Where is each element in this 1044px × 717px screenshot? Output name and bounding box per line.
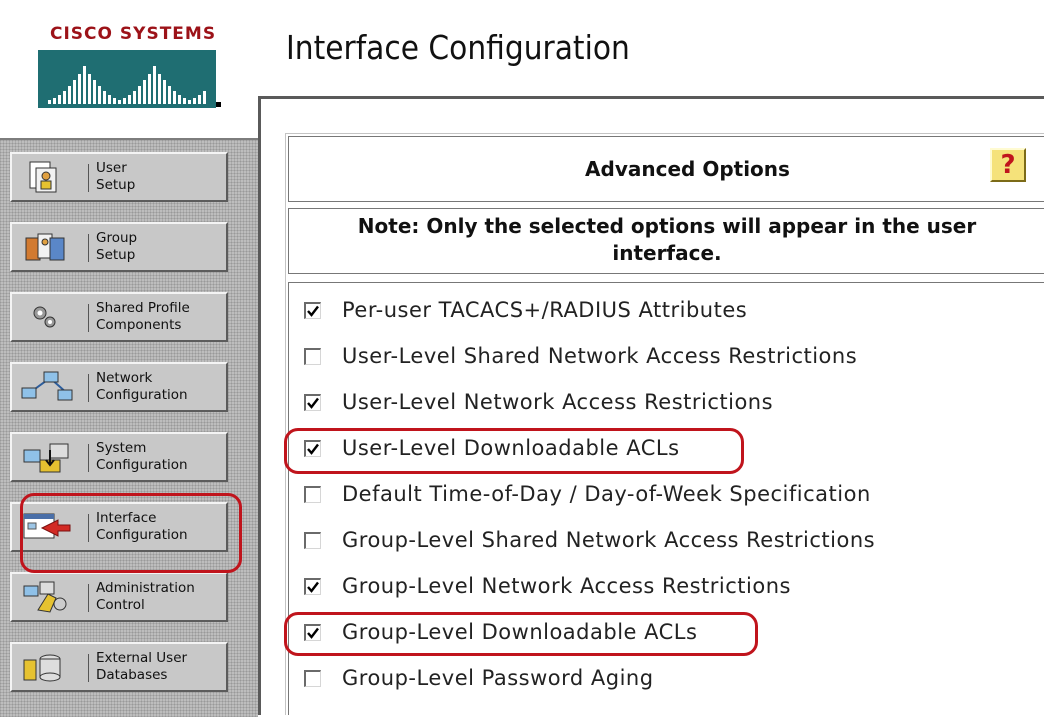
group-setup-icon <box>25 233 65 261</box>
admin-control-icon <box>23 581 67 613</box>
cisco-logo: CISCO SYSTEMS <box>0 0 258 135</box>
option-checkbox[interactable] <box>304 394 321 411</box>
option-label: User-Level Downloadable ACLs <box>342 436 680 460</box>
option-label: Default Time-of-Day / Day-of-Week Specif… <box>342 482 871 506</box>
shared-profile-icon <box>33 306 56 328</box>
nav-label: External User Databases <box>96 650 188 683</box>
nav-label: Network Configuration <box>96 370 188 403</box>
separator <box>88 444 89 472</box>
external-db-icon <box>23 654 61 682</box>
separator <box>88 304 89 332</box>
note-text: Note: Only the selected options will app… <box>357 214 977 265</box>
nav-label: System Configuration <box>96 440 188 473</box>
separator <box>88 654 89 682</box>
option-checkbox[interactable] <box>304 670 321 687</box>
option-label: Group-Level Network Access Restrictions <box>342 574 791 598</box>
system-config-icon <box>23 443 69 473</box>
option-label: Per-user TACACS+/RADIUS Attributes <box>342 298 748 322</box>
option-checkbox[interactable] <box>304 532 321 549</box>
nav-label: User Setup <box>96 160 136 193</box>
nav-group-setup-button[interactable]: Group Setup <box>10 222 228 272</box>
option-checkbox[interactable] <box>304 486 321 503</box>
nav-panel: User Setup Group Setup Shared Profile Co… <box>0 138 258 717</box>
logo-dot <box>216 102 221 107</box>
option-checkbox[interactable] <box>304 578 321 595</box>
checkmark-icon <box>307 627 319 639</box>
nav-label: Administration Control <box>96 580 195 613</box>
nav-label: Shared Profile Components <box>96 300 190 333</box>
option-label: Group-Level Downloadable ACLs <box>342 620 698 644</box>
separator <box>88 584 89 612</box>
page-title: Interface Configuration <box>286 28 630 67</box>
nav-external-db-button[interactable]: External User Databases <box>10 642 228 692</box>
nav-system-config-button[interactable]: System Configuration <box>10 432 228 482</box>
sidebar: CISCO SYSTEMS User Setup Group Setup Sha… <box>0 0 258 717</box>
logo-text: CISCO SYSTEMS <box>50 24 217 44</box>
nav-admin-control-button[interactable]: Administration Control <box>10 572 228 622</box>
option-checkbox[interactable] <box>304 348 321 365</box>
network-config-icon <box>21 371 73 401</box>
checkmark-icon <box>307 581 319 593</box>
option-label: User-Level Shared Network Access Restric… <box>342 344 858 368</box>
checkmark-icon <box>307 443 319 455</box>
nav-interface-config-button[interactable]: Interface Configuration <box>10 502 228 552</box>
separator <box>88 514 89 542</box>
checkmark-icon <box>307 397 319 409</box>
nav-user-setup-button[interactable]: User Setup <box>10 152 228 202</box>
logo-bars-icon <box>38 50 216 108</box>
advanced-options-header: Advanced Options <box>288 136 1044 202</box>
nav-shared-profile-button[interactable]: Shared Profile Components <box>10 292 228 342</box>
advanced-options-title: Advanced Options <box>585 157 790 181</box>
option-checkbox[interactable] <box>304 302 321 319</box>
separator <box>88 374 89 402</box>
separator <box>88 234 89 262</box>
nav-label: Group Setup <box>96 230 138 263</box>
separator <box>88 164 89 192</box>
option-label: Group-Level Shared Network Access Restri… <box>342 528 876 552</box>
note-cell: Note: Only the selected options will app… <box>288 208 1044 274</box>
option-checkbox[interactable] <box>304 624 321 641</box>
option-label: User-Level Network Access Restrictions <box>342 390 774 414</box>
nav-network-config-button[interactable]: Network Configuration <box>10 362 228 412</box>
option-checkbox[interactable] <box>304 440 321 457</box>
help-button[interactable]: ? <box>990 148 1026 182</box>
nav-label: Interface Configuration <box>96 510 188 543</box>
checkmark-icon <box>307 305 319 317</box>
interface-config-icon <box>23 513 71 539</box>
user-setup-icon <box>29 161 57 193</box>
option-label: Group-Level Password Aging <box>342 666 654 690</box>
